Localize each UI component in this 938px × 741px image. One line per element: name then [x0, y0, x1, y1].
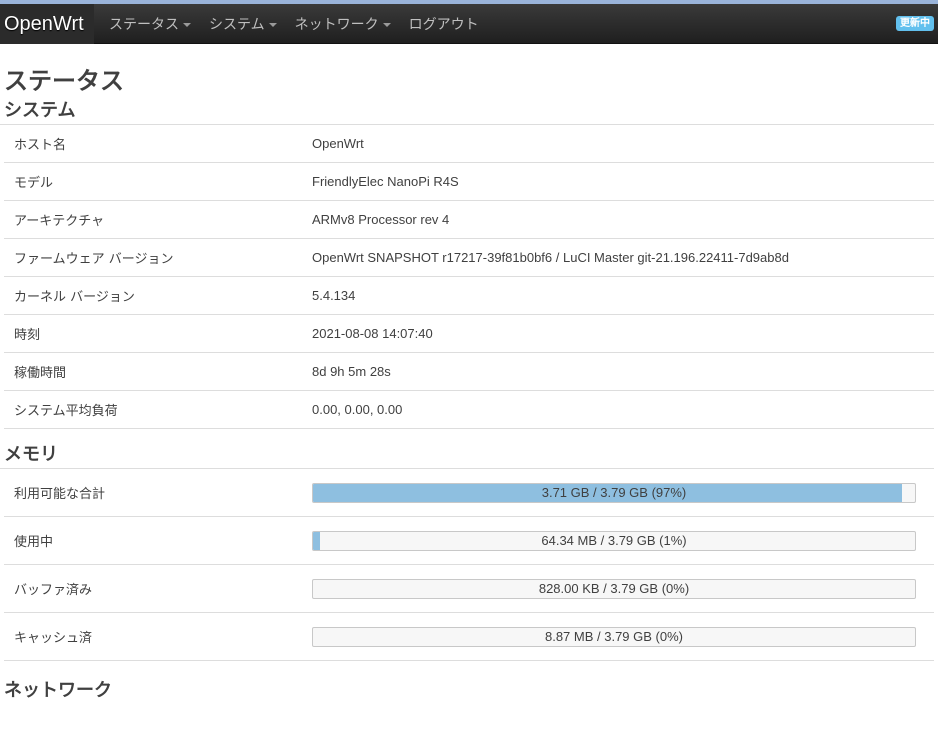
- chevron-down-icon: [382, 22, 391, 27]
- memory-progress-bar: 64.34 MB / 3.79 GB (1%): [312, 530, 916, 551]
- row-label: キャッシュ済: [14, 631, 93, 646]
- progress-text: 3.71 GB / 3.79 GB (97%): [541, 484, 687, 500]
- navbar: OpenWrt ステータス システム ネットワーク ログアウト 更新中: [0, 3, 938, 44]
- menu-status-label: ステータス: [109, 16, 179, 33]
- row-value: 5.4.134: [312, 288, 356, 303]
- memory-progress-bar: 8.87 MB / 3.79 GB (0%): [312, 626, 916, 647]
- progress-text: 8.87 MB / 3.79 GB (0%): [544, 628, 683, 644]
- row-value: OpenWrt SNAPSHOT r17217-39f81b0bf6 / LuC…: [312, 250, 789, 265]
- table-row: システム平均負荷 0.00, 0.00, 0.00: [4, 391, 934, 429]
- row-label: 利用可能な合計: [14, 487, 106, 502]
- row-value: 8d 9h 5m 28s: [312, 364, 391, 379]
- table-row: モデル FriendlyElec NanoPi R4S: [4, 163, 934, 201]
- memory-table: 利用可能な合計 3.71 GB / 3.79 GB (97%) 使用中 64.3…: [0, 468, 934, 661]
- table-row: アーキテクチャ ARMv8 Processor rev 4: [4, 201, 934, 239]
- section-title-system: システム: [4, 100, 76, 121]
- chevron-down-icon: [268, 22, 277, 27]
- row-label: アーキテクチャ: [14, 214, 105, 229]
- table-row: 使用中 64.34 MB / 3.79 GB (1%): [4, 517, 934, 565]
- row-label: モデル: [14, 176, 54, 191]
- memory-progress-bar: 3.71 GB / 3.79 GB (97%): [312, 482, 916, 503]
- row-label: カーネル バージョン: [14, 290, 135, 305]
- section-title-memory: メモリ: [4, 444, 58, 465]
- row-label: 使用中: [14, 535, 54, 550]
- main-content: ステータス システム ホスト名 OpenWrt モデル FriendlyElec…: [0, 64, 938, 704]
- system-table: ホスト名 OpenWrt モデル FriendlyElec NanoPi R4S…: [0, 124, 934, 429]
- table-row: キャッシュ済 8.87 MB / 3.79 GB (0%): [4, 613, 934, 661]
- brand-logo[interactable]: OpenWrt: [0, 3, 94, 44]
- row-value: FriendlyElec NanoPi R4S: [312, 174, 459, 189]
- table-row: 利用可能な合計 3.71 GB / 3.79 GB (97%): [4, 469, 934, 517]
- table-row: ファームウェア バージョン OpenWrt SNAPSHOT r17217-39…: [4, 239, 934, 277]
- row-label: ファームウェア バージョン: [14, 252, 174, 267]
- row-value: 0.00, 0.00, 0.00: [312, 402, 403, 417]
- chevron-down-icon: [183, 22, 191, 27]
- menu-network[interactable]: ネットワーク: [286, 4, 400, 44]
- menu-system-label: システム: [209, 16, 265, 33]
- menu-logout-label: ログアウト: [408, 16, 479, 33]
- table-row: カーネル バージョン 5.4.134: [4, 277, 934, 315]
- section-title-network: ネットワーク: [4, 680, 112, 701]
- row-label: バッファ済み: [14, 583, 93, 598]
- progress-text: 64.34 MB / 3.79 GB (1%): [541, 532, 687, 548]
- menu-logout[interactable]: ログアウト: [400, 4, 488, 44]
- table-row: 稼働時間 8d 9h 5m 28s: [4, 353, 934, 391]
- memory-progress-bar: 828.00 KB / 3.79 GB (0%): [312, 578, 916, 599]
- row-label: システム平均負荷: [14, 404, 118, 419]
- row-label: 稼働時間: [14, 366, 67, 381]
- menu-network-label: ネットワーク: [294, 16, 379, 33]
- table-row: バッファ済み 828.00 KB / 3.79 GB (0%): [4, 565, 934, 613]
- row-value: 2021-08-08 14:07:40: [312, 326, 433, 341]
- table-row: 時刻 2021-08-08 14:07:40: [4, 315, 934, 353]
- row-value: OpenWrt: [312, 136, 364, 151]
- page-title: ステータス: [4, 67, 124, 95]
- refresh-status-badge[interactable]: 更新中: [896, 16, 934, 31]
- row-label: 時刻: [14, 328, 41, 343]
- row-label: ホスト名: [14, 138, 67, 153]
- menu-system[interactable]: システム: [200, 4, 286, 44]
- menu-status[interactable]: ステータス: [100, 4, 200, 44]
- row-value: ARMv8 Processor rev 4: [312, 212, 450, 227]
- table-row: ホスト名 OpenWrt: [4, 125, 934, 163]
- progress-text: 828.00 KB / 3.79 GB (0%): [538, 580, 690, 596]
